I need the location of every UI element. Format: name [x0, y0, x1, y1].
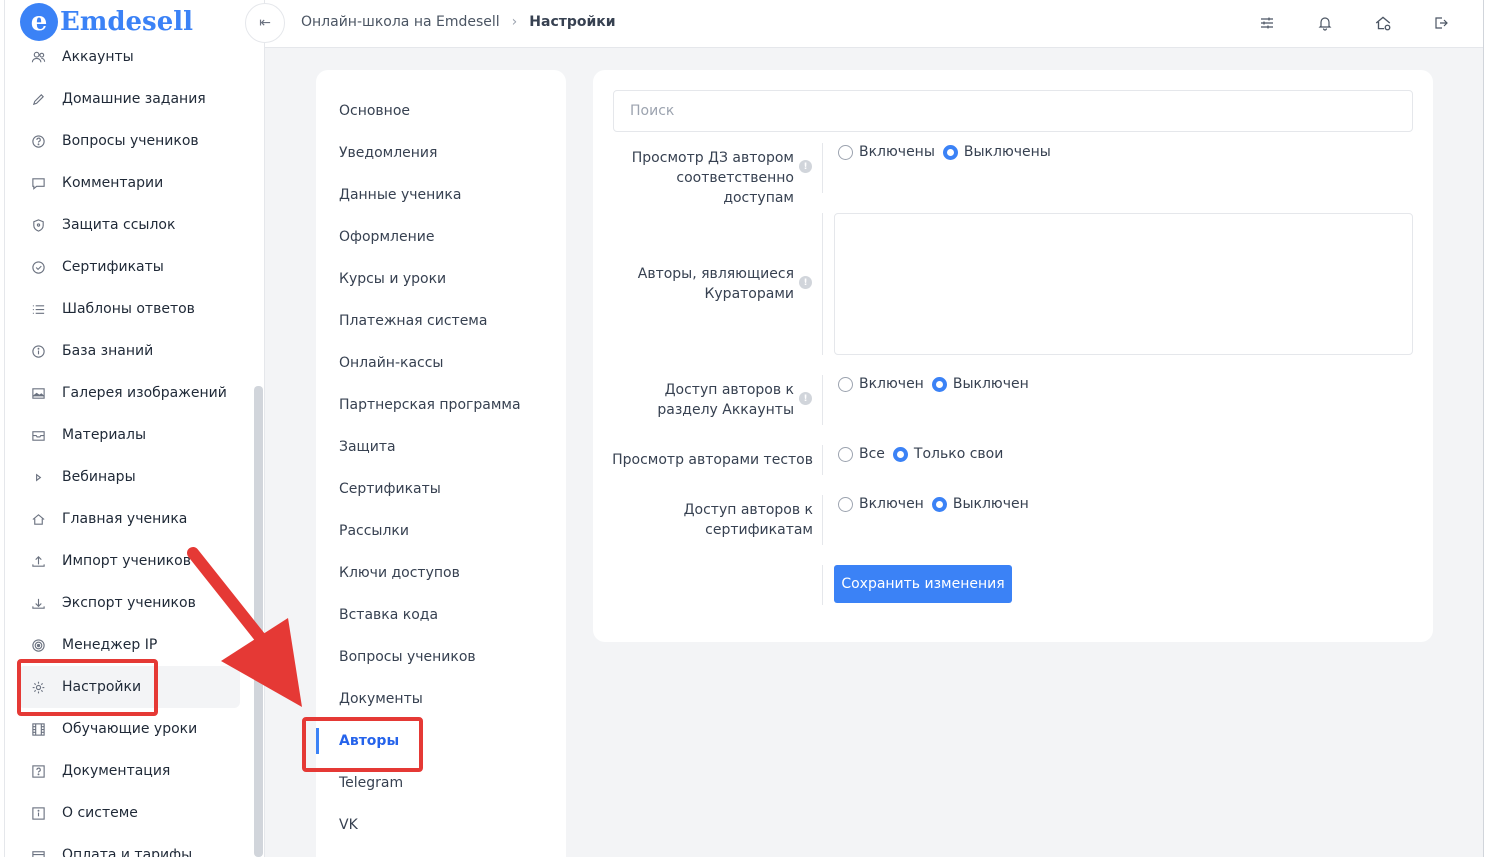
annotation-arrow [187, 547, 302, 707]
